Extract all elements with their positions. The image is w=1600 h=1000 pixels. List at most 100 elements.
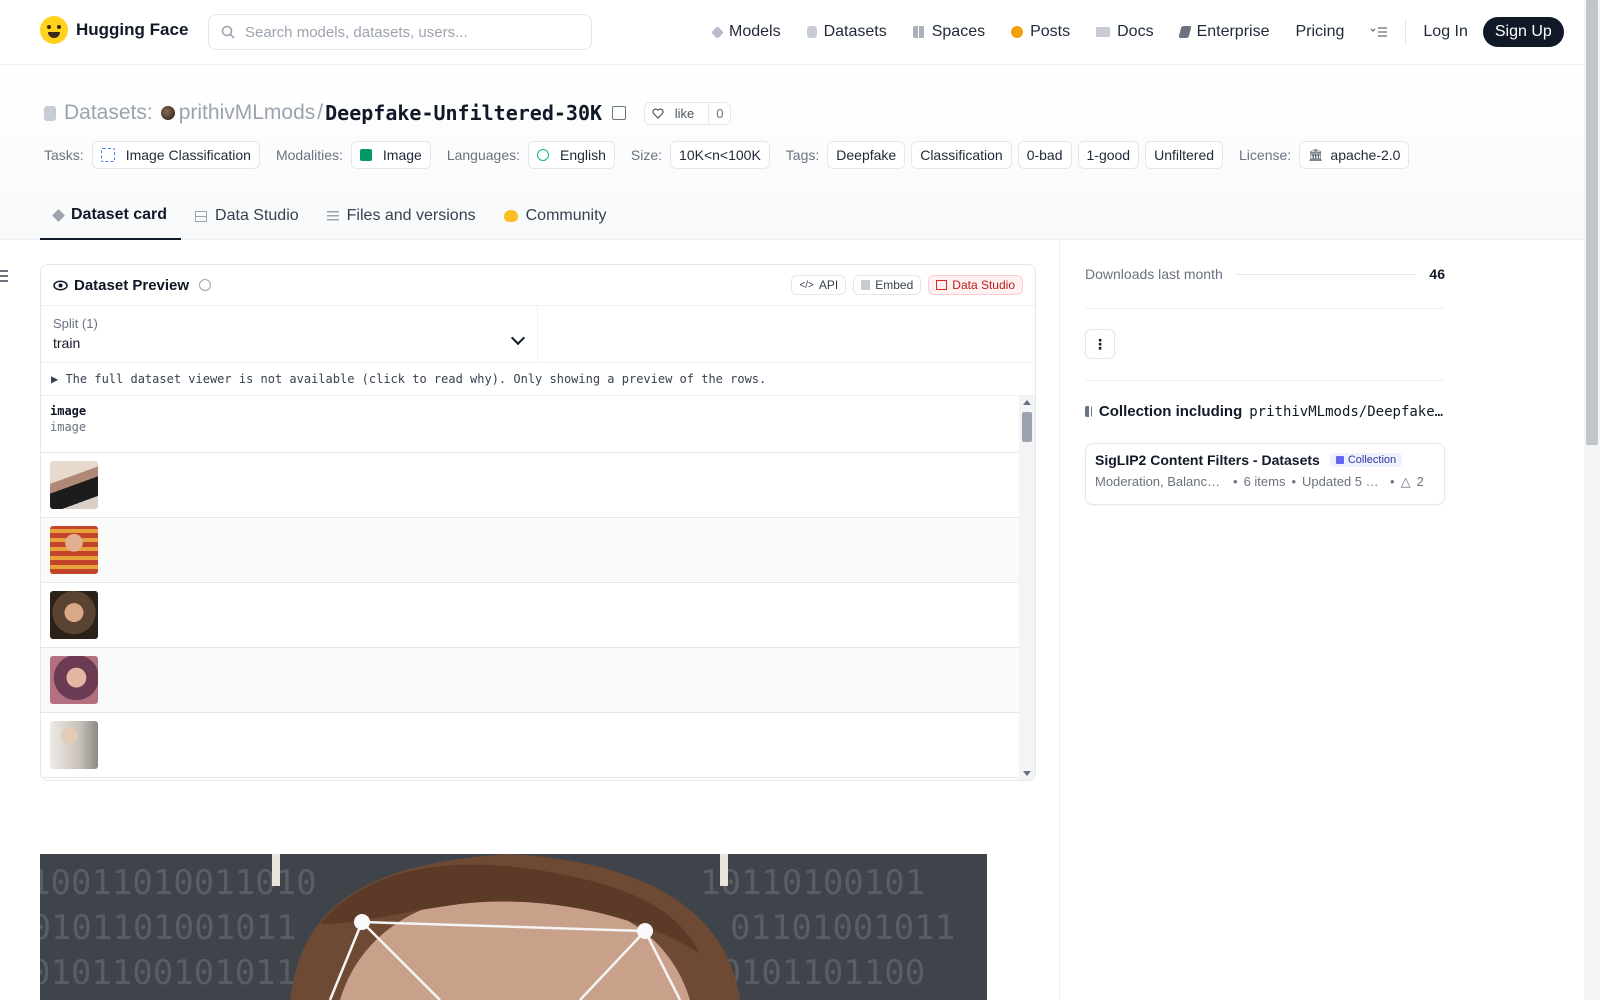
dataset-header: Datasets: prithivMLmods / Deepfake-Unfil… <box>0 65 1584 240</box>
size-group: Size: 10K<n<100K <box>631 141 776 169</box>
metadata-tags-row: Tasks: Image Classification Modalities: … <box>44 141 1425 169</box>
nav-enterprise[interactable]: Enterprise <box>1167 0 1283 64</box>
license-tag[interactable]: 🏛 apache-2.0 <box>1299 141 1410 169</box>
image-icon <box>359 149 372 161</box>
search-input[interactable] <box>245 23 565 41</box>
image-thumbnail[interactable] <box>50 656 98 704</box>
nav-datasets[interactable]: Datasets <box>794 0 900 64</box>
column-header[interactable]: image image <box>41 396 1020 453</box>
table-row[interactable] <box>41 518 1020 583</box>
tab-dataset-card[interactable]: Dataset card <box>40 192 182 240</box>
main-nav: Models Datasets Spaces Posts Docs Enterp… <box>700 0 1564 64</box>
api-button[interactable]: </> API <box>791 275 847 295</box>
tag-chip[interactable]: 0-bad <box>1017 141 1072 169</box>
scroll-up-icon[interactable] <box>1023 400 1031 405</box>
data-studio-button-label: Data Studio <box>952 278 1015 292</box>
login-link[interactable]: Log In <box>1410 0 1480 64</box>
api-button-label: API <box>818 278 839 292</box>
image-thumbnail[interactable] <box>50 461 98 509</box>
signup-button[interactable]: Sign Up <box>1482 17 1564 47</box>
eye-icon <box>53 279 68 291</box>
globe-icon <box>537 149 549 161</box>
tag-chip[interactable]: Unfiltered <box>1145 141 1224 169</box>
breadcrumb-separator: / <box>317 101 324 124</box>
data-studio-button[interactable]: Data Studio <box>928 275 1023 295</box>
sidebar-toggle-icon[interactable] <box>0 270 8 285</box>
modality-tag[interactable]: Image <box>350 141 431 169</box>
table-icon <box>936 280 948 290</box>
dataset-title[interactable]: Deepfake-Unfiltered-30K <box>325 101 602 125</box>
page-scrollbar[interactable] <box>1584 0 1600 1000</box>
svg-text:01011001010110: 01011001010110 <box>40 953 317 993</box>
tags-group: Tags: Deepfake Classification 0-bad 1-go… <box>786 141 1229 169</box>
downloads-label: Downloads last month <box>1085 266 1223 282</box>
table-scrollbar[interactable] <box>1019 396 1035 780</box>
svg-text:00101101001011: 00101101001011 <box>40 908 297 948</box>
table-row[interactable] <box>41 713 1020 778</box>
tab-dataset-card-label: Dataset card <box>71 206 168 223</box>
task-tag[interactable]: Image Classification <box>91 141 260 169</box>
nav-posts[interactable]: Posts <box>998 0 1083 64</box>
tag-chip[interactable]: Classification <box>911 141 1012 169</box>
top-navigation-bar: Hugging Face Models Datasets Spaces Post… <box>0 0 1584 65</box>
tab-community-label: Community <box>525 207 607 224</box>
table-row[interactable] <box>41 583 1020 648</box>
table-icon <box>195 210 208 222</box>
table-body <box>41 453 1035 778</box>
tab-files-and-versions[interactable]: Files and versions <box>313 192 490 240</box>
image-thumbnail[interactable] <box>50 526 98 574</box>
collection-icon <box>1335 456 1344 464</box>
split-dropdown[interactable]: Split (1) train <box>41 306 538 362</box>
like-count: 0 <box>708 102 730 124</box>
table-row[interactable] <box>41 453 1020 518</box>
collection-item-count: 6 items <box>1243 474 1286 489</box>
grid-icon <box>912 26 925 38</box>
collection-meta: Moderation, Balanced... • 6 items • Upda… <box>1095 474 1435 490</box>
tab-data-studio[interactable]: Data Studio <box>181 192 313 240</box>
scrollbar-thumb[interactable] <box>1022 412 1032 442</box>
brand-logo[interactable]: Hugging Face <box>40 16 188 44</box>
split-label: Split (1) <box>53 316 98 331</box>
copy-icon[interactable] <box>612 106 627 120</box>
collection-card[interactable]: SigLIP2 Content Filters - Datasets Colle… <box>1085 443 1445 505</box>
breadcrumb: Datasets: prithivMLmods / Deepfake-Unfil… <box>44 101 732 125</box>
collection-badge: Collection <box>1329 453 1403 467</box>
deepfake-face-illustration: 10011010011010 00101101001011 0101100101… <box>40 854 987 1000</box>
image-thumbnail[interactable] <box>50 591 98 639</box>
datasets-section-label[interactable]: Datasets: <box>64 101 153 125</box>
right-sidebar: Downloads last month 46 ⋮ Collection inc… <box>1059 240 1584 1000</box>
table-row[interactable] <box>41 648 1020 713</box>
size-tag[interactable]: 10K<n<100K <box>670 141 770 169</box>
owner-avatar[interactable] <box>160 106 175 120</box>
tag-chip[interactable]: Deepfake <box>827 141 906 169</box>
viewer-notice[interactable]: ▶ The full dataset viewer is not availab… <box>41 363 1035 396</box>
tab-community[interactable]: Community <box>490 192 621 240</box>
tasks-label: Tasks: <box>44 147 84 163</box>
nav-models[interactable]: Models <box>700 0 794 64</box>
community-icon <box>503 210 518 222</box>
menu-icon <box>1370 27 1388 37</box>
scroll-down-icon[interactable] <box>1023 771 1031 776</box>
owner-link[interactable]: prithivMLmods <box>179 101 316 125</box>
tag-chip[interactable]: 1-good <box>1077 141 1140 169</box>
collection-upvotes: 2 <box>1416 474 1424 489</box>
nav-pricing[interactable]: Pricing <box>1282 0 1357 64</box>
page-scrollbar-thumb[interactable] <box>1586 0 1598 445</box>
languages-label: Languages: <box>446 147 520 163</box>
downloads-count: 46 <box>1429 266 1445 282</box>
info-icon[interactable] <box>199 279 212 291</box>
nav-more-menu[interactable] <box>1357 0 1401 64</box>
nav-docs[interactable]: Docs <box>1083 0 1166 64</box>
more-actions-row: ⋮ <box>1085 309 1445 381</box>
collection-heading: Collection including prithivMLmods/Deepf… <box>1085 403 1445 420</box>
nav-spaces[interactable]: Spaces <box>900 0 998 64</box>
like-button[interactable]: like 0 <box>644 101 732 125</box>
image-thumbnail[interactable] <box>50 721 98 769</box>
database-icon <box>806 26 817 38</box>
languages-group: Languages: English <box>447 141 621 169</box>
search-box[interactable] <box>208 14 592 50</box>
embed-button[interactable]: Embed <box>853 275 922 295</box>
image-classification-icon <box>100 148 115 162</box>
more-options-button[interactable]: ⋮ <box>1085 329 1115 359</box>
language-tag[interactable]: English <box>528 141 615 169</box>
